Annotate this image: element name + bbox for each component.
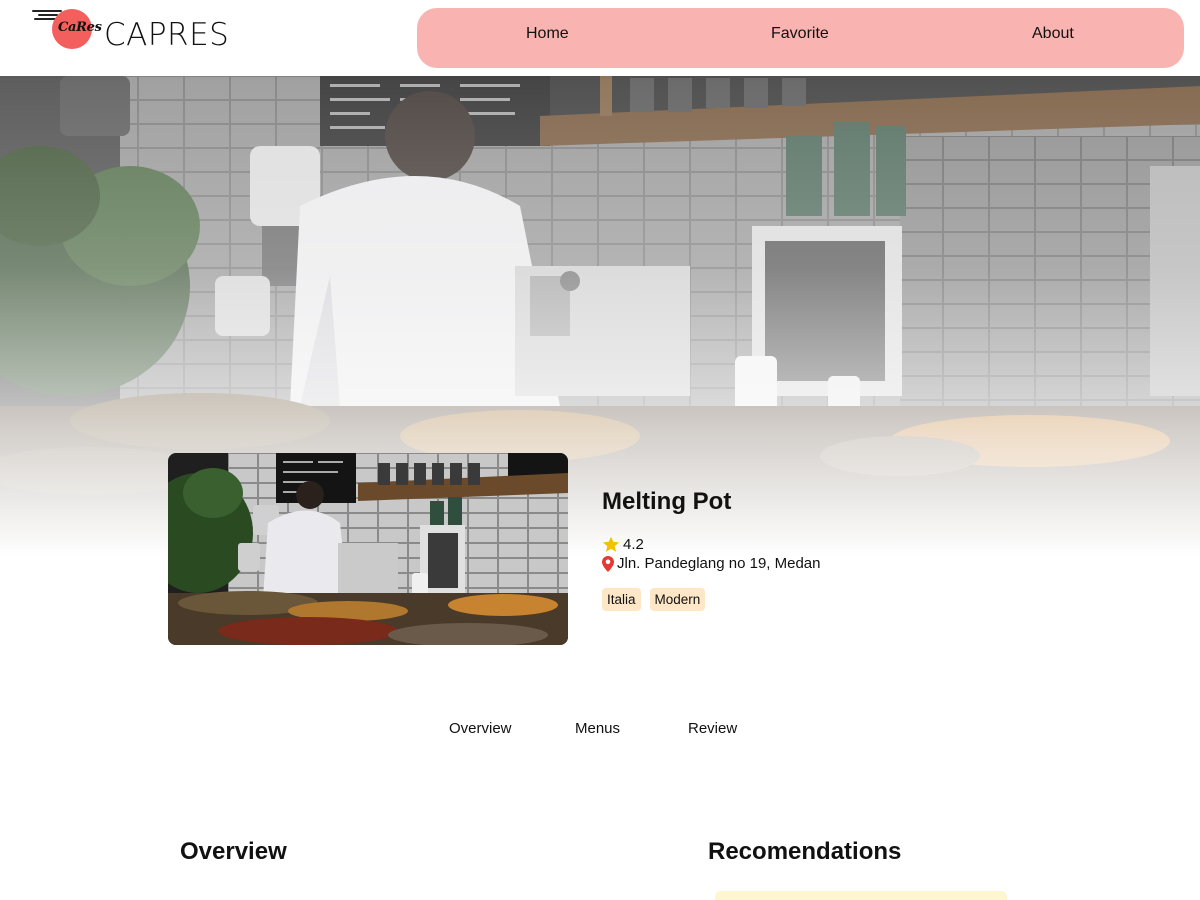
nav-home-link[interactable]: Home — [526, 25, 569, 43]
address-text: Jln. Pandeglang no 19, Medan — [617, 555, 821, 572]
tab-review[interactable]: Review — [688, 720, 737, 737]
overview-heading: Overview — [180, 838, 287, 865]
cuisine-tags: Italia Modern — [602, 588, 706, 611]
restaurant-rating: 4.2 — [602, 536, 644, 553]
main-nav: Home Favorite About — [417, 8, 1184, 68]
recommendations-heading: Recomendations — [708, 838, 902, 865]
nav-favorite-link[interactable]: Favorite — [771, 25, 829, 43]
rating-value: 4.2 — [623, 536, 644, 553]
detail-tabs: Overview Menus Review — [0, 720, 1200, 742]
brand-name: CAPRES — [104, 17, 230, 53]
location-pin-icon — [602, 555, 614, 572]
restaurant-address: Jln. Pandeglang no 19, Medan — [602, 555, 821, 572]
restaurant-photo — [168, 453, 568, 645]
restaurant-photo-image — [168, 453, 568, 645]
nav-about-link[interactable]: About — [1032, 25, 1074, 43]
restaurant-name: Melting Pot — [602, 488, 732, 515]
logo-mark: CaRes — [58, 20, 102, 35]
tag-modern[interactable]: Modern — [649, 588, 706, 611]
tab-overview[interactable]: Overview — [449, 720, 512, 737]
tab-menus[interactable]: Menus — [575, 720, 620, 737]
recommendation-card[interactable] — [715, 891, 1007, 900]
star-icon — [602, 536, 620, 552]
tag-italia[interactable]: Italia — [602, 588, 641, 611]
brand-logo[interactable]: CaRes CAPRES — [30, 4, 250, 64]
restaurant-info: Melting Pot 4.2 Jln. Pandeglang no 19, M… — [602, 488, 1022, 611]
header: CaRes CAPRES Home Favorite About — [0, 0, 1200, 76]
